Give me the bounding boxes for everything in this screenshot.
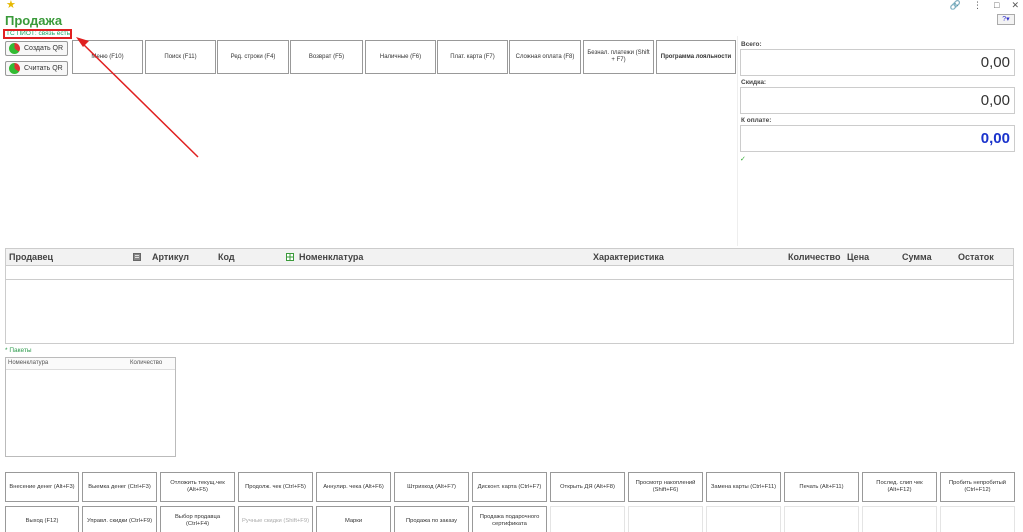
col-sum[interactable]: Сумма [902,252,932,262]
col-remainder[interactable]: Остаток [958,252,994,262]
cash-in-button[interactable]: Внесение денег (Alt+F3) [5,472,79,502]
empty-slot [862,506,937,532]
gift-certificate-button[interactable]: Продажа подарочного сертификата [472,506,547,532]
marks-button[interactable]: Марки [316,506,391,532]
packages-table-header: Номенклатура Количество [6,358,175,370]
col-quantity[interactable]: Количество [788,252,840,262]
continue-check-button[interactable]: Продолж. чек (Ctrl+F5) [238,472,313,502]
maximize-icon[interactable]: □ [994,0,999,11]
read-qr-button[interactable]: Считать QR [5,61,68,76]
open-drawer-button[interactable]: Открыть ДЯ (Alt+F8) [550,472,625,502]
pkg-col-quantity[interactable]: Количество [130,360,162,366]
view-savings-button[interactable]: Просмотр накоплений (Shift+F6) [628,472,703,502]
create-qr-button[interactable]: Создать QR [5,41,68,56]
link-icon[interactable]: 🔗 [950,0,961,11]
packages-table[interactable]: Номенклатура Количество [5,357,176,457]
check-icon: ✓ [740,156,746,163]
cancel-check-button[interactable]: Аннулир. чека (Alt+F6) [316,472,391,502]
search-button[interactable]: Поиск (F11) [145,40,216,74]
status-badge: ТС ПИОТ: связь есть [3,29,72,39]
manage-discounts-button[interactable]: Управл. скидки (Ctrl+F9) [82,506,157,532]
col-article[interactable]: Артикул [152,252,189,262]
empty-slot [940,506,1015,532]
replace-card-button[interactable]: Замена карты (Ctrl+F11) [706,472,781,502]
last-slip-button[interactable]: Послед. слип чек (Alt+F12) [862,472,937,502]
empty-slot [784,506,859,532]
empty-slot [706,506,781,532]
card-payment-button[interactable]: Плат. карта (F7) [437,40,508,74]
cash-button[interactable]: Наличные (F6) [365,40,436,74]
discount-value: 0,00 [740,87,1015,114]
total-value: 0,00 [740,49,1015,76]
empty-slot [550,506,625,532]
loyalty-program-button[interactable]: Программа лояльности [656,40,736,74]
items-table-header: Продавец Артикул Код Номенклатура Характ… [6,249,1013,266]
qr-icon [9,43,20,54]
cashless-payment-button[interactable]: Безнал. платежи (Shift + F7) [583,40,654,74]
complex-payment-button[interactable]: Сложная оплата (F8) [509,40,581,74]
total-label: Всего: [741,41,762,48]
col-seller[interactable]: Продавец [9,252,53,262]
select-seller-button[interactable]: Выбор продавца (Ctrl+F4) [160,506,235,532]
discount-card-button[interactable]: Дисконт. карта (Ctrl+F7) [472,472,547,502]
topay-label: К оплате: [741,117,772,124]
packages-label: * Пакеты [5,347,32,354]
postpone-check-button[interactable]: Отложить текущ.чек (Alt+F5) [160,472,235,502]
qr-icon [9,63,20,74]
sale-by-order-button[interactable]: Продажа по заказу [394,506,469,532]
page-title: Продажа [5,13,63,28]
favorite-star-icon[interactable]: ★ [6,0,16,11]
exit-button[interactable]: Выход (F12) [5,506,79,532]
menu-button[interactable]: Меню (F10) [72,40,143,74]
table-row[interactable] [6,266,1013,280]
cash-out-button[interactable]: Выемка денег (Ctrl+F3) [82,472,157,502]
image-icon [133,253,141,261]
col-nomenclature[interactable]: Номенклатура [299,252,363,262]
read-qr-label: Считать QR [24,65,63,72]
empty-slot [628,506,703,532]
topay-value: 0,00 [740,125,1015,152]
panel-divider [737,36,738,246]
col-price[interactable]: Цена [847,252,869,262]
col-characteristic[interactable]: Характеристика [593,252,664,262]
manual-discounts-button[interactable]: Ручные скидки (Shift+F9) [238,506,313,532]
col-code[interactable]: Код [218,252,235,262]
more-menu-icon[interactable]: ⋮ [973,0,982,11]
pkg-col-nomenclature[interactable]: Номенклатура [8,360,48,366]
window-controls: 🔗 ⋮ □ ✕ [950,0,1019,11]
edit-row-button[interactable]: Ред. строки (F4) [217,40,289,74]
barcode-button[interactable]: Штрихкод (Alt+F7) [394,472,469,502]
discount-label: Скидка: [741,79,767,86]
return-button[interactable]: Возврат (F5) [290,40,363,74]
create-qr-label: Создать QR [24,45,64,52]
help-dropdown-button[interactable]: ?▾ [997,14,1015,25]
items-table[interactable]: Продавец Артикул Код Номенклатура Характ… [5,248,1014,344]
close-icon[interactable]: ✕ [1011,0,1019,11]
table-icon [286,253,294,261]
punch-unpunched-button[interactable]: Пробить непробитый (Ctrl+F12) [940,472,1015,502]
print-button[interactable]: Печать (Alt+F11) [784,472,859,502]
